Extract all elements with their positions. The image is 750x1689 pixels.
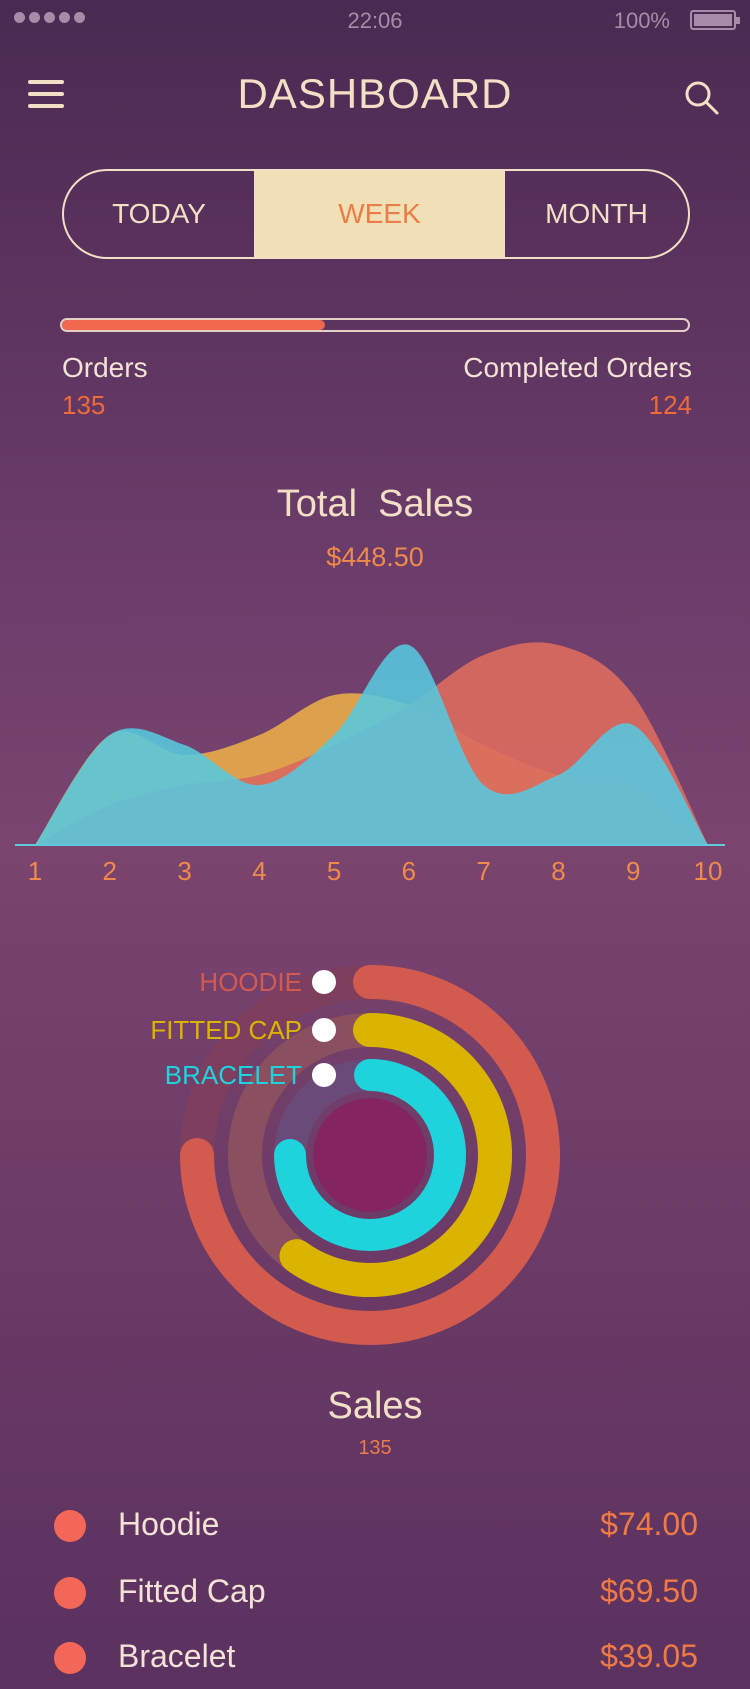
ring-label: BRACELET xyxy=(165,1060,302,1090)
orders-progress-fill xyxy=(62,320,325,330)
ring-label: FITTED CAP xyxy=(150,1015,302,1045)
x-tick-label: 8 xyxy=(551,856,565,886)
page-title: DASHBOARD xyxy=(237,70,513,117)
x-tick-label: 10 xyxy=(694,856,723,886)
sales-list-item[interactable]: Hoodie $74.00 xyxy=(0,1496,750,1556)
bullet-dot-icon xyxy=(54,1642,86,1674)
orders-label: Orders xyxy=(62,352,148,383)
tab-today[interactable]: TODAY xyxy=(64,171,254,257)
ring-center xyxy=(313,1098,427,1212)
ring-knob xyxy=(312,1018,336,1042)
total-sales-value: $448.50 xyxy=(326,542,424,572)
item-name: Bracelet xyxy=(118,1638,236,1674)
bullet-dot-icon xyxy=(54,1510,86,1542)
x-tick-label: 6 xyxy=(402,856,416,886)
ring-label: HOODIE xyxy=(199,967,302,997)
battery-percent: 100% xyxy=(613,8,670,33)
completed-orders-value: 124 xyxy=(648,390,692,420)
x-tick-label: 3 xyxy=(177,856,191,886)
sales-count: 135 xyxy=(358,1437,392,1459)
search-icon[interactable] xyxy=(682,78,722,118)
item-price: $69.50 xyxy=(600,1573,698,1609)
ring-knob xyxy=(312,970,336,994)
x-tick-label: 4 xyxy=(252,856,266,886)
sales-ring-chart: HOODIE FITTED CAP BRACELET xyxy=(150,965,560,1345)
tab-month[interactable]: MONTH xyxy=(505,171,688,257)
total-sales-title: Total Sales xyxy=(276,483,474,525)
tab-week[interactable]: WEEK xyxy=(254,171,505,257)
battery-icon xyxy=(690,10,740,30)
period-selector: TODAY WEEK MONTH xyxy=(62,169,690,259)
ring-knob xyxy=(312,1063,336,1087)
item-price: $74.00 xyxy=(600,1506,698,1542)
app-header: DASHBOARD xyxy=(0,60,750,130)
orders-progress-bar xyxy=(60,318,690,332)
completed-orders-label: Completed Orders xyxy=(463,352,692,383)
sales-list-item[interactable]: Bracelet $39.05 xyxy=(0,1628,750,1688)
x-tick-label: 5 xyxy=(327,856,341,886)
sales-list-item[interactable]: Fitted Cap $69.50 xyxy=(0,1563,750,1623)
bullet-dot-icon xyxy=(54,1577,86,1609)
x-tick-label: 9 xyxy=(626,856,640,886)
x-tick-label: 7 xyxy=(476,856,490,886)
orders-value: 135 xyxy=(62,390,106,420)
sales-title: Sales xyxy=(327,1385,423,1427)
hamburger-menu-icon[interactable] xyxy=(28,80,64,108)
status-bar: 22:06 100% xyxy=(0,0,750,40)
item-price: $39.05 xyxy=(600,1638,698,1674)
x-tick-label: 1 xyxy=(28,856,42,886)
total-sales-area-chart: 1 2 3 4 5 6 7 8 9 10 xyxy=(15,642,725,886)
item-name: Fitted Cap xyxy=(118,1573,266,1609)
item-name: Hoodie xyxy=(118,1506,220,1542)
x-tick-label: 2 xyxy=(103,856,117,886)
